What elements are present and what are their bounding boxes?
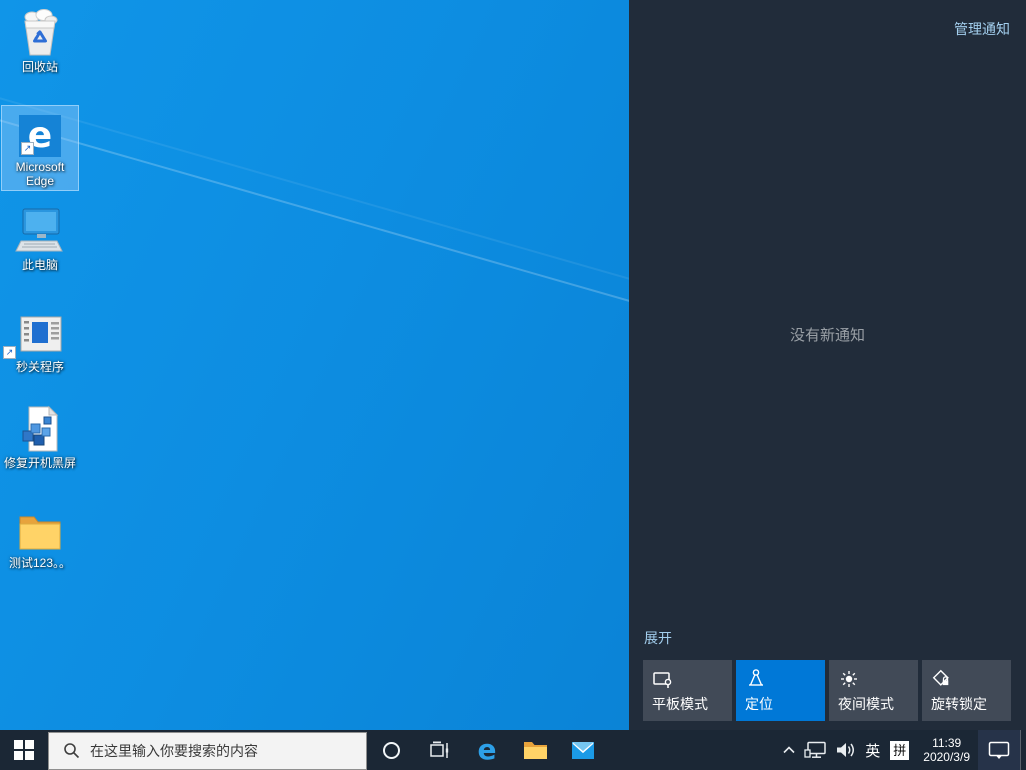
desktop-icon-app-shortcut[interactable]: ↗ 秒关程序 [2, 306, 78, 376]
this-pc-icon [2, 207, 78, 255]
quick-action-label: 定位 [745, 694, 773, 714]
desktop-icon-this-pc[interactable]: 此电脑 [2, 204, 78, 274]
mail-button[interactable] [559, 730, 607, 770]
edge-icon: e [478, 736, 497, 764]
notification-icon [987, 740, 1011, 761]
app-window-icon: ↗ [2, 309, 78, 357]
desktop-icon-label: 测试123。。 [2, 556, 78, 570]
desktop-icon-label: 此电脑 [2, 258, 78, 272]
clock-time: 11:39 [923, 736, 970, 750]
folder-icon [2, 505, 78, 553]
shortcut-arrow-icon: ↗ [3, 346, 16, 359]
show-desktop-button[interactable] [1020, 730, 1026, 770]
quick-action-rotation-lock[interactable]: 旋转锁定 [922, 660, 1011, 721]
language-indicator[interactable]: 英 [861, 730, 884, 770]
cortana-button[interactable] [367, 730, 415, 770]
file-explorer-button[interactable] [511, 730, 559, 770]
quick-action-night-light[interactable]: 夜间模式 [829, 660, 918, 721]
night-light-icon [838, 668, 860, 690]
desktop-icon-label: 秒关程序 [2, 360, 78, 374]
tablet-mode-icon [652, 668, 674, 690]
desktop-icon-label: Microsoft Edge [2, 160, 78, 188]
desktop-icon-recycle-bin[interactable]: 回收站 [2, 6, 78, 76]
desktop-icon-registry-file[interactable]: 修复开机黑屏 [2, 402, 78, 472]
tray-overflow-button[interactable] [778, 730, 800, 770]
desktop-icon-microsoft-edge[interactable]: e ↗ Microsoft Edge [2, 106, 78, 190]
manage-notifications-link[interactable]: 管理通知 [954, 19, 1010, 39]
quick-actions-row: 平板模式 定位 [643, 660, 1011, 721]
shortcut-arrow-icon: ↗ [21, 142, 34, 155]
quick-action-tablet-mode[interactable]: 平板模式 [643, 660, 732, 721]
no-notifications-text: 没有新通知 [629, 324, 1026, 345]
quick-action-label: 平板模式 [652, 694, 708, 714]
quick-action-location[interactable]: 定位 [736, 660, 825, 721]
start-button[interactable] [0, 730, 48, 770]
action-center-panel: 管理通知 没有新通知 展开 平板模式 定位 [629, 0, 1026, 730]
windows-logo-icon [14, 740, 34, 760]
task-view-button[interactable] [415, 730, 463, 770]
search-icon [63, 742, 80, 759]
registry-file-icon [2, 405, 78, 453]
edge-icon: e ↗ [2, 109, 78, 157]
network-button[interactable] [800, 730, 832, 770]
edge-taskbar-button[interactable]: e [463, 730, 511, 770]
taskbar-search-input[interactable]: 在这里输入你要搜索的内容 [48, 732, 367, 770]
ime-mode-indicator[interactable]: 拼 [890, 741, 909, 760]
file-explorer-icon [523, 740, 548, 761]
expand-link[interactable]: 展开 [644, 628, 672, 648]
location-icon [745, 668, 767, 690]
volume-button[interactable] [832, 730, 861, 770]
clock-date: 2020/3/9 [923, 750, 970, 764]
quick-action-label: 旋转锁定 [931, 694, 987, 714]
chevron-up-icon [782, 745, 796, 755]
desktop-icon-label: 回收站 [2, 60, 78, 74]
cortana-icon [383, 742, 400, 759]
taskbar: 在这里输入你要搜索的内容 e [0, 730, 1026, 770]
volume-icon [836, 741, 857, 759]
system-tray: 英 拼 11:39 2020/3/9 [778, 730, 1026, 770]
action-center-button[interactable] [978, 730, 1020, 770]
mail-icon [571, 741, 595, 760]
recycle-bin-icon [2, 9, 78, 57]
network-icon [804, 741, 828, 759]
quick-action-label: 夜间模式 [838, 694, 894, 714]
task-view-icon [428, 739, 450, 761]
rotation-lock-icon [931, 668, 953, 690]
clock[interactable]: 11:39 2020/3/9 [915, 736, 978, 764]
desktop-icon-label: 修复开机黑屏 [2, 456, 78, 470]
search-placeholder: 在这里输入你要搜索的内容 [90, 741, 258, 761]
desktop-icon-folder-test123[interactable]: 测试123。。 [2, 502, 78, 572]
